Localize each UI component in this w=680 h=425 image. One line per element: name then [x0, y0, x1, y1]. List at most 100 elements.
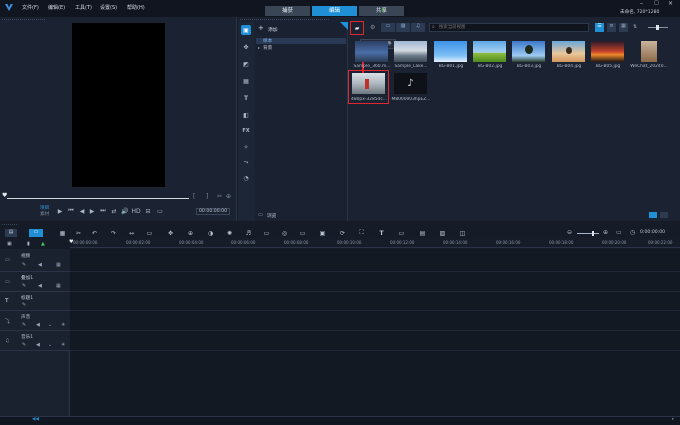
track-expand-icon[interactable]: ⌄ — [48, 342, 52, 348]
timeline-timecode[interactable]: 0:00:00:00 — [640, 230, 665, 235]
media-thumbnail[interactable] — [473, 41, 506, 62]
view-list-icon[interactable]: ☰ — [595, 23, 604, 32]
mask-icon[interactable]: ◎ — [280, 229, 289, 237]
media-thumbnail[interactable] — [352, 73, 385, 94]
track-lock-icon[interactable]: ▦ — [56, 283, 61, 289]
minimize-icon[interactable]: – — [640, 0, 643, 7]
aspect-icon[interactable]: ▭ — [156, 207, 164, 215]
multicam-icon[interactable]: ▣ — [318, 229, 327, 237]
text-tool-icon[interactable]: T — [377, 229, 386, 237]
split-clip-icon[interactable]: ⊟ — [144, 207, 152, 215]
multi-track-icon[interactable]: ▦ — [58, 229, 67, 237]
track-motion-icon[interactable]: ✺ — [225, 229, 234, 237]
folder-item-background[interactable]: ▸ 背景 — [256, 45, 346, 51]
stabilize-icon[interactable]: ◫ — [458, 229, 467, 237]
move-icon[interactable]: ✥ — [166, 229, 175, 237]
track-visibility-icon[interactable]: ✎ — [22, 342, 26, 348]
transition-icon[interactable]: ◩ — [241, 59, 251, 69]
filter-audio-button[interactable]: ♫ — [411, 23, 425, 32]
previous-frame-icon[interactable]: ◀ — [78, 207, 86, 215]
next-frame-icon[interactable]: ▶ — [88, 207, 96, 215]
scale-icon[interactable]: ▭ — [397, 229, 406, 237]
play-icon[interactable]: ▶ — [56, 207, 64, 215]
zoom-slider-handle[interactable] — [592, 231, 594, 236]
menu-help[interactable]: 帮助(H) — [127, 4, 145, 11]
repeat-icon[interactable]: ⇄ — [110, 207, 118, 215]
clip-mode-label[interactable]: 素材 — [40, 211, 49, 217]
leaf-icon[interactable]: ✦ — [381, 7, 386, 14]
speed-tool-icon[interactable]: ⊕ — [186, 229, 195, 237]
graphics-icon[interactable]: ◧ — [241, 110, 251, 120]
track-mute-icon[interactable]: ◀ — [36, 322, 40, 328]
close-icon[interactable]: × — [668, 0, 673, 7]
track-visibility-icon[interactable]: ✎ — [22, 262, 26, 268]
pan-zoom-icon[interactable]: ▤ — [418, 229, 427, 237]
search-box[interactable]: ⌕ — [429, 23, 589, 32]
volume-icon[interactable]: 🔊 — [121, 207, 129, 215]
track-lock-icon[interactable]: ▦ — [56, 262, 61, 268]
ripple-icon[interactable]: ▲ — [41, 241, 45, 247]
preview-scrubber[interactable] — [7, 198, 189, 199]
sort-icon[interactable]: ⇅ — [633, 24, 637, 30]
panel-options-icon[interactable] — [649, 212, 657, 218]
split-icon[interactable]: ✂ — [217, 193, 222, 200]
settings-icon[interactable]: ⚙ — [370, 24, 375, 31]
track-visibility-icon[interactable]: ✎ — [22, 283, 26, 289]
end-icon[interactable]: ⏭ — [99, 207, 107, 215]
trim-end-icon[interactable]: ] — [206, 193, 208, 200]
track-visibility-icon[interactable]: ✎ — [22, 302, 26, 308]
maximize-icon[interactable]: □ — [654, 0, 659, 6]
media-thumbnail[interactable] — [434, 41, 467, 62]
quality-icon[interactable]: HD — [131, 207, 140, 215]
collapse-corner-icon[interactable] — [340, 22, 348, 30]
fit-icon[interactable]: ↔ — [127, 229, 136, 237]
menu-file[interactable]: 文件(F) — [22, 4, 39, 11]
media-thumbnail[interactable]: ♪ — [394, 73, 427, 94]
view-grid-icon[interactable]: ▦ — [619, 23, 628, 32]
panel-expand-icon[interactable] — [660, 212, 668, 218]
crop-icon[interactable]: ⛶ — [357, 229, 366, 237]
undo-icon[interactable]: ↶ — [90, 229, 99, 237]
slider-handle[interactable] — [656, 25, 659, 30]
color-icon[interactable]: ▨ — [438, 229, 447, 237]
filter-image-button[interactable]: ▨ — [396, 23, 410, 32]
path-tool-icon[interactable]: ⟳ — [338, 229, 347, 237]
chapter-icon[interactable]: ◑ — [206, 229, 215, 237]
media-thumbnail[interactable] — [591, 41, 624, 62]
timeline-scrollbar[interactable] — [0, 416, 680, 425]
trim-start-icon[interactable]: [ — [193, 193, 195, 200]
storyboard-view-icon[interactable]: ▤ — [5, 229, 17, 237]
timeline-view-icon[interactable]: ▭ — [29, 229, 43, 237]
browse-label[interactable]: 浏览 — [267, 213, 276, 219]
split-tool-icon[interactable]: ✂ — [74, 229, 83, 237]
media-thumbnail[interactable] — [552, 41, 585, 62]
scroll-right-icon[interactable]: ▸ — [672, 417, 674, 422]
painting-icon[interactable]: ▭ — [262, 229, 271, 237]
browse-icon[interactable]: ▭ — [258, 212, 263, 218]
redo-icon[interactable]: ↷ — [109, 229, 118, 237]
zoom-icon[interactable]: ⊕ — [226, 193, 231, 200]
zoom-slider[interactable] — [577, 233, 599, 234]
title-icon[interactable]: T — [241, 93, 251, 103]
home-icon[interactable]: ⏮ — [67, 207, 75, 215]
tab-capture[interactable]: 捕获 — [265, 6, 310, 16]
import-media-button[interactable]: ▰ — [350, 21, 364, 35]
add-chapter-icon[interactable]: ▮ — [27, 241, 30, 247]
scroll-left-icon[interactable]: ◀◀ — [32, 417, 39, 422]
track-mute-icon[interactable]: ◀ — [36, 342, 40, 348]
media-icon[interactable]: ▣ — [241, 25, 251, 35]
media-thumbnail[interactable] — [355, 41, 388, 62]
path-icon[interactable]: ⤳ — [241, 158, 251, 168]
clock-icon[interactable]: ◷ — [630, 229, 635, 236]
track-mute-icon[interactable]: ◀ — [38, 283, 42, 289]
track-manager-icon[interactable]: ▣ — [7, 241, 12, 247]
track-visibility-icon[interactable]: ✎ — [22, 322, 26, 328]
media-thumbnail[interactable] — [394, 41, 427, 62]
add-folder-icon[interactable]: + — [258, 24, 264, 32]
preview-timecode[interactable]: 00:00:00:00 — [196, 208, 231, 215]
track-area[interactable] — [70, 249, 680, 416]
speed-icon[interactable]: ◔ — [241, 173, 251, 183]
capture-icon[interactable]: ▭ — [145, 229, 154, 237]
audio-mix-icon[interactable]: ♬ — [244, 229, 253, 237]
motion-icon[interactable]: ✧ — [241, 142, 251, 152]
